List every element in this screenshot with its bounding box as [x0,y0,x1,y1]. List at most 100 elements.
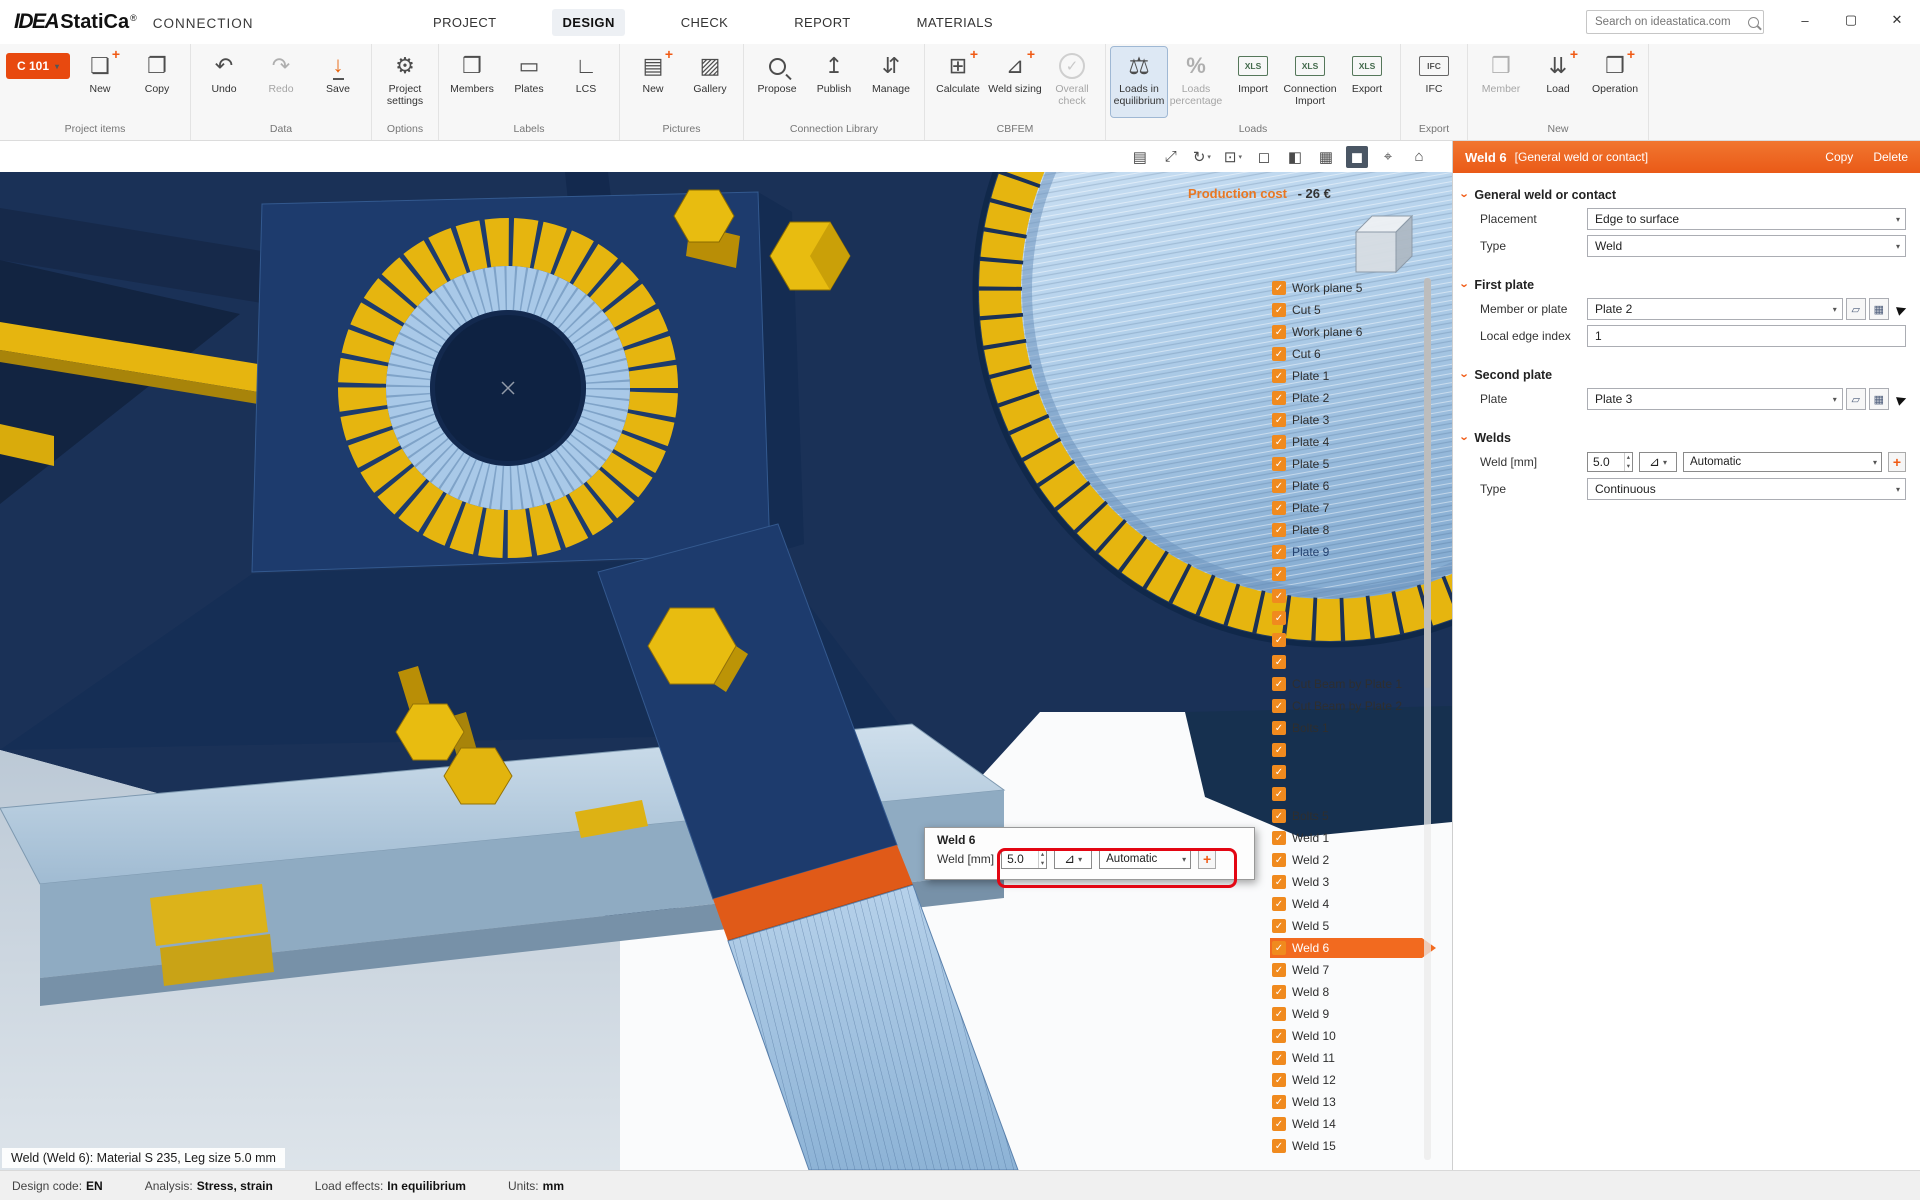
maximize-button[interactable]: ▢ [1828,0,1874,40]
tree-item-cut-beam-by-plate-2[interactable]: ✓Cut Beam by Plate 2 [1270,696,1402,716]
tree-item-hidden-15[interactable]: ✓ [1270,608,1292,628]
checkbox[interactable]: ✓ [1272,1073,1286,1087]
calculate-button[interactable]: Calculate [930,47,986,117]
checkbox[interactable]: ✓ [1272,897,1286,911]
tree-item-bolts-1[interactable]: ✓Bolts 1 [1270,718,1329,738]
members-button[interactable]: Members [444,47,500,117]
tree-item-plate-7[interactable]: ✓Plate 7 [1270,498,1329,518]
add-weld-button[interactable]: + [1198,849,1216,869]
surface-pick-icon[interactable]: ▱ [1846,388,1866,410]
manage-button[interactable]: Manage [863,47,919,117]
tree-item-hidden-21[interactable]: ✓ [1270,740,1292,760]
connection-import-button[interactable]: XLSConnection Import [1282,47,1338,117]
zoom-extents-icon[interactable]: ⤢ [1160,146,1182,168]
tree-scrollbar[interactable] [1424,278,1431,1160]
tree-scrollbar-thumb[interactable] [1424,278,1431,688]
project-settings-button[interactable]: Project settings [377,47,433,117]
gallery-button[interactable]: Gallery [682,47,738,117]
zoom-window-icon[interactable]: ⊡▾ [1222,146,1244,168]
checkbox[interactable]: ✓ [1272,1117,1286,1131]
tree-item-weld-12[interactable]: ✓Weld 12 [1270,1070,1336,1090]
tree-item-plate-3[interactable]: ✓Plate 3 [1270,410,1329,430]
export-button[interactable]: XLSExport [1339,47,1395,117]
type-dropdown[interactable]: Continuous▾ [1587,478,1906,500]
placement-dropdown[interactable]: Edge to surface▾ [1587,208,1906,230]
weld-sizing-button[interactable]: Weld sizing [987,47,1043,117]
checkbox[interactable]: ✓ [1272,853,1286,867]
tab-design[interactable]: DESIGN [552,9,624,36]
tree-item-weld-3[interactable]: ✓Weld 3 [1270,872,1329,892]
checkbox[interactable]: ✓ [1272,457,1286,471]
display-settings-icon[interactable]: ▤ [1129,146,1151,168]
checkbox[interactable]: ✓ [1272,831,1286,845]
checkbox[interactable]: ✓ [1272,677,1286,691]
tree-item-weld-4[interactable]: ✓Weld 4 [1270,894,1329,914]
weld-size-spinner[interactable]: 5.0 ▴▾ [1001,849,1047,869]
tree-item-plate-5[interactable]: ✓Plate 5 [1270,454,1329,474]
tree-item-hidden-14[interactable]: ✓ [1270,586,1292,606]
spinner-arrows-icon[interactable]: ▴▾ [1624,453,1632,471]
tree-item-cut-beam-by-plate-1[interactable]: ✓Cut Beam by Plate 1 [1270,674,1402,694]
checkbox[interactable]: ✓ [1272,501,1286,515]
operation-button[interactable]: Operation [1587,47,1643,117]
tree-item-plate-9[interactable]: ✓Plate 9 [1270,542,1329,562]
tab-project[interactable]: PROJECT [423,9,506,36]
home-view-icon[interactable]: ⌂ [1408,146,1430,168]
section-header[interactable]: ›General weld or contact [1453,187,1920,203]
loads-percentage-button[interactable]: Loads percentage [1168,47,1224,117]
spinner-arrows-icon[interactable]: ▴▾ [1038,850,1046,868]
checkbox[interactable]: ✓ [1272,523,1286,537]
checkbox[interactable]: ✓ [1272,809,1286,823]
checkbox[interactable]: ✓ [1272,765,1286,779]
checkbox[interactable]: ✓ [1272,875,1286,889]
3d-viewport[interactable]: ▤⤢↻▾⊡▾◻◧▦◼⌖⌂ [0,141,1452,1170]
tree-item-cut-6[interactable]: ✓Cut 6 [1270,344,1321,364]
grid-pick-icon[interactable]: ▦ [1869,388,1889,410]
tree-item-plate-8[interactable]: ✓Plate 8 [1270,520,1329,540]
minimize-button[interactable]: – [1782,0,1828,40]
tree-item-weld-9[interactable]: ✓Weld 9 [1270,1004,1329,1024]
checkbox[interactable]: ✓ [1272,963,1286,977]
rotate-view-icon[interactable]: ↻▾ [1191,146,1213,168]
plate-dropdown[interactable]: Plate 3▾ [1587,388,1843,410]
publish-button[interactable]: Publish [806,47,862,117]
checkbox[interactable]: ✓ [1272,1029,1286,1043]
tree-item-plate-4[interactable]: ✓Plate 4 [1270,432,1329,452]
checkbox[interactable]: ✓ [1272,391,1286,405]
tree-item-plate-2[interactable]: ✓Plate 2 [1270,388,1329,408]
tree-item-weld-15[interactable]: ✓Weld 15 [1270,1136,1336,1156]
weld-auto-dropdown[interactable]: Automatic ▾ [1099,849,1191,869]
tree-item-weld-6[interactable]: ✓Weld 6 [1270,938,1422,958]
weld-symbol-dropdown[interactable]: ⊿ ▾ [1054,849,1092,869]
search-icon[interactable] [1748,17,1759,28]
3d-scene[interactable]: Production cost - 26 € [0,172,1452,1170]
propose-button[interactable]: Propose [749,47,805,117]
checkbox[interactable]: ✓ [1272,1095,1286,1109]
checkbox[interactable]: ✓ [1272,655,1286,669]
tree-item-weld-10[interactable]: ✓Weld 10 [1270,1026,1336,1046]
render-transparent-icon[interactable]: ▦ [1315,146,1337,168]
import-button[interactable]: XLSImport [1225,47,1281,117]
lcs-button[interactable]: LCS [558,47,614,117]
cursor-icon[interactable]: ▶ [1895,391,1908,407]
render-solid-icon[interactable]: ◼ [1346,146,1368,168]
member-or-plate-dropdown[interactable]: Plate 2▾ [1587,298,1843,320]
section-header[interactable]: ›Second plate [1453,367,1920,383]
checkbox[interactable]: ✓ [1272,721,1286,735]
copy-button[interactable]: Copy [129,47,185,117]
tree-item-weld-5[interactable]: ✓Weld 5 [1270,916,1329,936]
load-button[interactable]: Load [1530,47,1586,117]
checkbox[interactable]: ✓ [1272,919,1286,933]
tree-item-bolts-5[interactable]: ✓Bolts 5 [1270,806,1329,826]
tree-item-hidden-22[interactable]: ✓ [1270,762,1292,782]
tree-item-weld-8[interactable]: ✓Weld 8 [1270,982,1329,1002]
checkbox[interactable]: ✓ [1272,567,1286,581]
tree-item-weld-14[interactable]: ✓Weld 14 [1270,1114,1336,1134]
checkbox[interactable]: ✓ [1272,545,1286,559]
tree-item-work-plane-5[interactable]: ✓Work plane 5 [1270,278,1362,298]
weld-size-spinner[interactable]: 5.0▴▾ [1587,452,1633,472]
checkbox[interactable]: ✓ [1272,1051,1286,1065]
checkbox[interactable]: ✓ [1272,787,1286,801]
undo-button[interactable]: Undo [196,47,252,117]
navigation-cube[interactable] [1356,216,1412,272]
